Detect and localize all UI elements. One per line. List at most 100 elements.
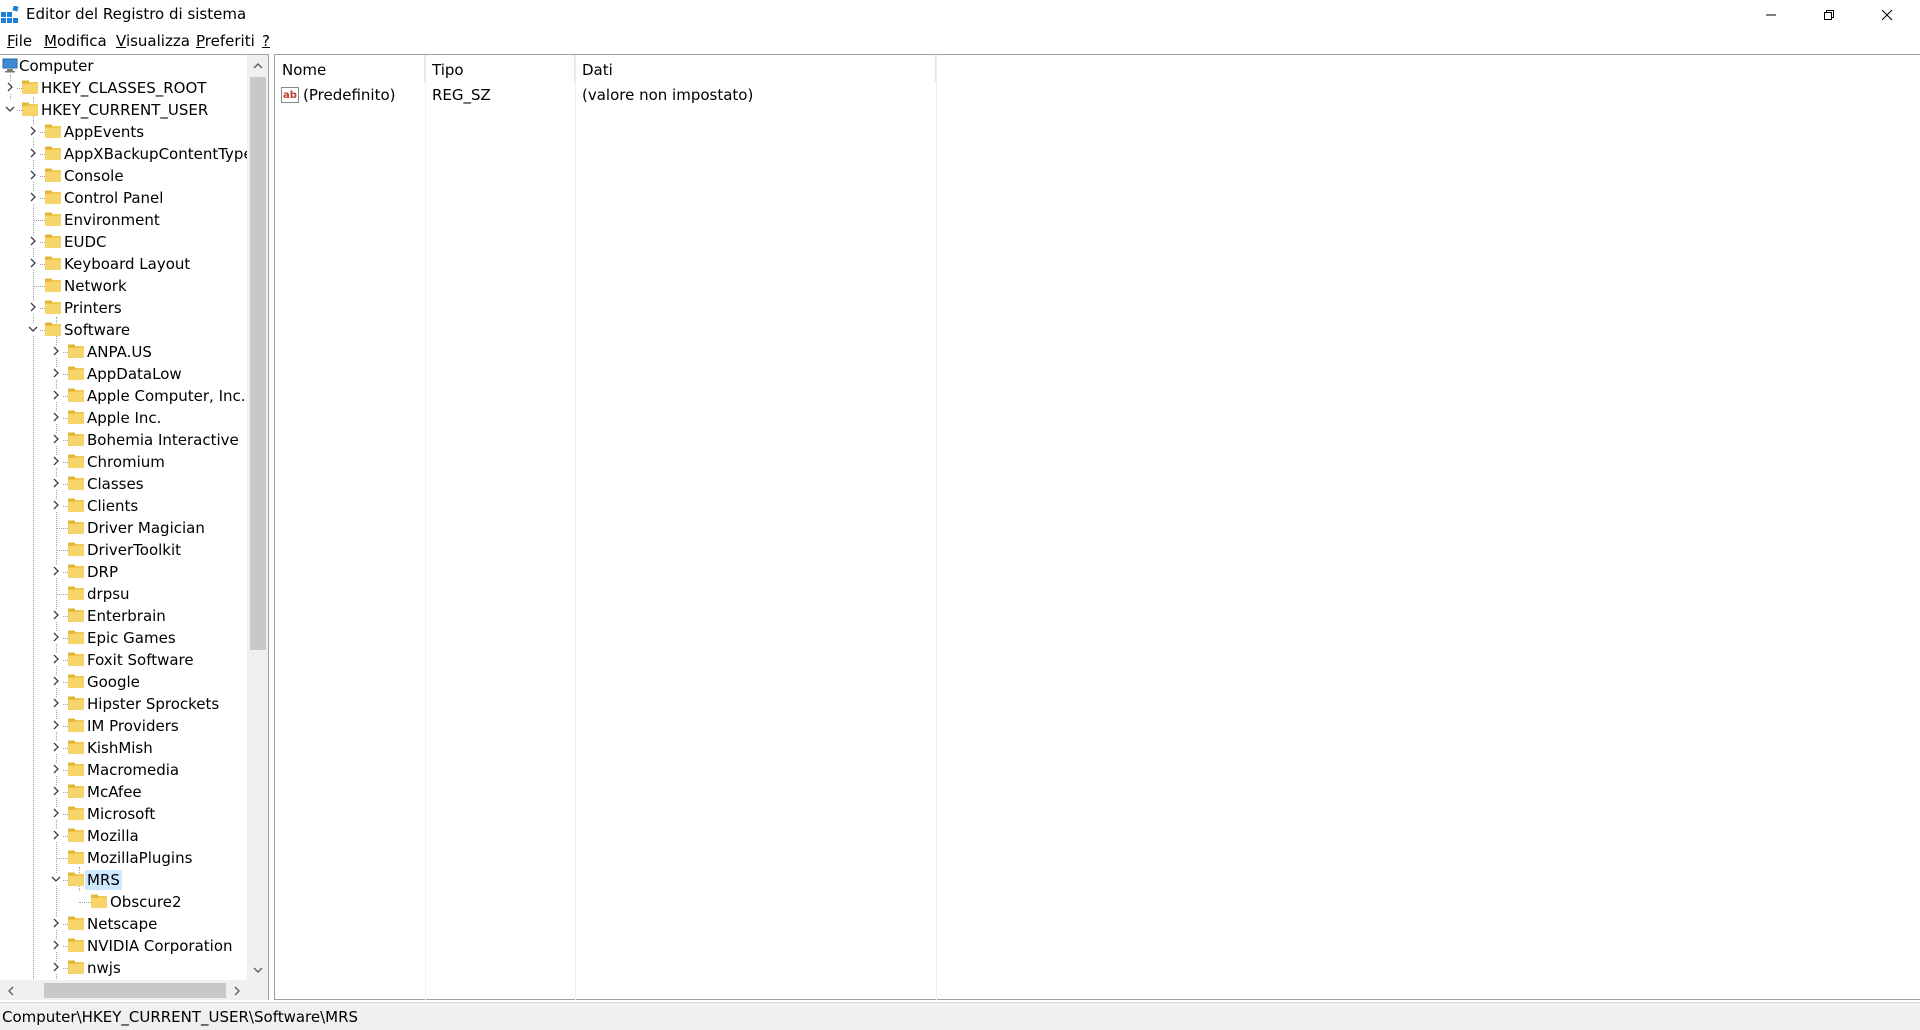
column-header-nome[interactable]: Nome [275, 55, 425, 82]
tree-item-label: Netscape [87, 915, 158, 933]
tree-item-computer[interactable]: Computer [0, 55, 247, 77]
minimize-button[interactable] [1742, 0, 1800, 30]
tree-item-label: Environment [64, 211, 160, 229]
tree-item-driver-magician[interactable]: Driver Magician [0, 517, 247, 539]
tree-vertical-scroll-thumb[interactable] [250, 77, 266, 650]
chevron-right-icon[interactable] [50, 653, 62, 665]
chevron-right-icon[interactable] [50, 807, 62, 819]
chevron-right-icon[interactable] [50, 631, 62, 643]
tree-item-appxbackupcontenttype[interactable]: AppXBackupContentType [0, 143, 247, 165]
chevron-right-icon[interactable] [50, 961, 62, 973]
chevron-right-icon[interactable] [50, 367, 62, 379]
chevron-right-icon[interactable] [27, 257, 39, 269]
chevron-right-icon[interactable] [4, 81, 16, 93]
menu-file[interactable]: File [7, 32, 32, 50]
tree-item-drp[interactable]: DRP [0, 561, 247, 583]
scroll-right-button[interactable] [226, 980, 247, 1000]
tree-item-mcafee[interactable]: McAfee [0, 781, 247, 803]
tree-item-microsoft[interactable]: Microsoft [0, 803, 247, 825]
tree-item-google[interactable]: Google [0, 671, 247, 693]
scroll-left-button[interactable] [0, 980, 21, 1000]
chevron-right-icon[interactable] [27, 235, 39, 247]
chevron-right-icon[interactable] [50, 741, 62, 753]
tree-item-appdatalow[interactable]: AppDataLow [0, 363, 247, 385]
tree-item-obscure2[interactable]: Obscure2 [0, 891, 247, 913]
chevron-right-icon[interactable] [27, 147, 39, 159]
status-path: Computer\HKEY_CURRENT_USER\Software\MRS [2, 1008, 359, 1026]
tree-item-hkey-classes-root[interactable]: HKEY_CLASSES_ROOT [0, 77, 247, 99]
tree-item-im-providers[interactable]: IM Providers [0, 715, 247, 737]
tree-item-bohemia-interactive[interactable]: Bohemia Interactive [0, 429, 247, 451]
chevron-right-icon[interactable] [50, 433, 62, 445]
chevron-right-icon[interactable] [50, 829, 62, 841]
chevron-right-icon[interactable] [50, 499, 62, 511]
menu-help[interactable]: ? [262, 32, 270, 50]
tree-item-printers[interactable]: Printers [0, 297, 247, 319]
tree-item-classes[interactable]: Classes [0, 473, 247, 495]
chevron-right-icon[interactable] [50, 389, 62, 401]
tree-item-netscape[interactable]: Netscape [0, 913, 247, 935]
value-row-default[interactable]: ab (Predefinito) REG_SZ (valore non impo… [275, 84, 1920, 106]
chevron-right-icon[interactable] [27, 169, 39, 181]
tree-item-apple-computer-inc[interactable]: Apple Computer, Inc. [0, 385, 247, 407]
tree-item-macromedia[interactable]: Macromedia [0, 759, 247, 781]
chevron-down-icon[interactable] [27, 323, 39, 335]
tree-item-chromium[interactable]: Chromium [0, 451, 247, 473]
tree-item-drivertoolkit[interactable]: DriverToolkit [0, 539, 247, 561]
chevron-down-icon[interactable] [50, 873, 62, 885]
menu-preferiti[interactable]: Preferiti [196, 32, 255, 50]
tree-item-drpsu[interactable]: drpsu [0, 583, 247, 605]
chevron-right-icon[interactable] [50, 565, 62, 577]
chevron-right-icon[interactable] [27, 191, 39, 203]
tree-item-anpa-us[interactable]: ANPA.US [0, 341, 247, 363]
chevron-right-icon[interactable] [50, 917, 62, 929]
tree-item-environment[interactable]: Environment [0, 209, 247, 231]
chevron-right-icon[interactable] [27, 125, 39, 137]
tree-item-console[interactable]: Console [0, 165, 247, 187]
tree-item-mozilla[interactable]: Mozilla [0, 825, 247, 847]
tree-item-nvidia-corporation[interactable]: NVIDIA Corporation [0, 935, 247, 957]
tree-item-mozillaplugins[interactable]: MozillaPlugins [0, 847, 247, 869]
chevron-right-icon[interactable] [50, 785, 62, 797]
chevron-right-icon[interactable] [50, 477, 62, 489]
chevron-right-icon[interactable] [27, 301, 39, 313]
tree-item-network[interactable]: Network [0, 275, 247, 297]
chevron-right-icon[interactable] [50, 675, 62, 687]
tree-item-mrs[interactable]: MRS [0, 869, 247, 891]
scroll-down-button[interactable] [247, 959, 268, 980]
tree-item-appevents[interactable]: AppEvents [0, 121, 247, 143]
chevron-right-icon[interactable] [50, 609, 62, 621]
chevron-right-icon[interactable] [50, 763, 62, 775]
tree-item-enterbrain[interactable]: Enterbrain [0, 605, 247, 627]
scroll-up-button[interactable] [247, 55, 268, 76]
tree-item-clients[interactable]: Clients [0, 495, 247, 517]
tree-item-nwjs[interactable]: nwjs [0, 957, 247, 979]
chevron-right-icon[interactable] [50, 939, 62, 951]
chevron-right-icon[interactable] [50, 719, 62, 731]
close-button[interactable] [1858, 0, 1916, 30]
tree-vertical-scrollbar[interactable] [247, 55, 268, 980]
tree-item-foxit-software[interactable]: Foxit Software [0, 649, 247, 671]
tree-item-control-panel[interactable]: Control Panel [0, 187, 247, 209]
tree-item-kishmish[interactable]: KishMish [0, 737, 247, 759]
tree-item-hipster-sprockets[interactable]: Hipster Sprockets [0, 693, 247, 715]
chevron-right-icon[interactable] [50, 697, 62, 709]
tree-item-apple-inc[interactable]: Apple Inc. [0, 407, 247, 429]
chevron-down-icon[interactable] [4, 103, 16, 115]
tree-item-hkey-current-user[interactable]: HKEY_CURRENT_USER [0, 99, 247, 121]
tree-item-epic-games[interactable]: Epic Games [0, 627, 247, 649]
chevron-right-icon[interactable] [50, 411, 62, 423]
column-header-dati[interactable]: Dati [575, 55, 936, 82]
folder-icon [68, 828, 84, 842]
menu-visualizza[interactable]: Visualizza [116, 32, 190, 50]
tree-item-software[interactable]: Software [0, 319, 247, 341]
tree-horizontal-scroll-thumb[interactable] [44, 983, 226, 998]
menu-modifica[interactable]: Modifica [44, 32, 107, 50]
restore-button[interactable] [1800, 0, 1858, 30]
column-header-tipo[interactable]: Tipo [425, 55, 575, 82]
chevron-right-icon[interactable] [50, 345, 62, 357]
chevron-right-icon[interactable] [50, 455, 62, 467]
tree-item-keyboard-layout[interactable]: Keyboard Layout [0, 253, 247, 275]
tree-item-eudc[interactable]: EUDC [0, 231, 247, 253]
tree-horizontal-scrollbar[interactable] [0, 980, 247, 1000]
